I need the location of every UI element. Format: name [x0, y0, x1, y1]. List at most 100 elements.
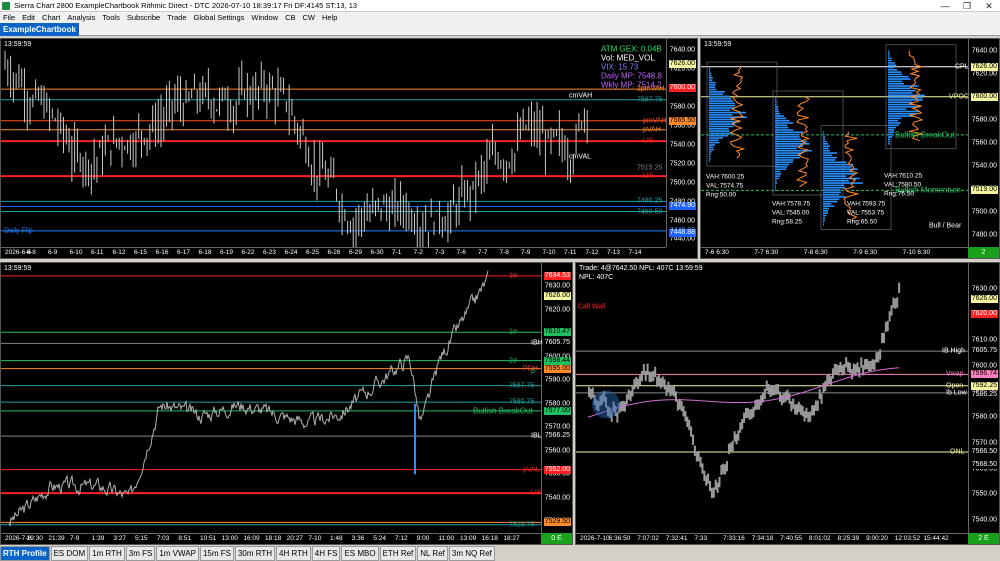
profile-bar — [823, 133, 825, 136]
price-plot[interactable] — [1, 39, 666, 247]
profile-bar — [775, 184, 777, 187]
chart-panel-profile[interactable]: 7640.00 7620.00 7600.00 7580.00 7560.00 7540.… — [700, 38, 1000, 259]
tab-4h-fs[interactable]: 4H FS — [311, 546, 341, 561]
corner-indicator[interactable]: 2 E — [968, 533, 999, 544]
trade-bar — [625, 394, 628, 405]
profile-bar — [709, 127, 729, 130]
price-tag: 7626.00 — [668, 59, 696, 68]
tab-eth-ref[interactable]: ETH Ref — [379, 546, 417, 561]
info-vol: Vol: MED_VOL — [601, 53, 655, 63]
close-button[interactable]: ✕ — [978, 0, 1000, 12]
maximize-button[interactable]: ❐ — [956, 0, 978, 12]
tab-15m-fs[interactable]: 15m FS — [199, 546, 234, 561]
profile-bar — [775, 156, 800, 159]
profile-bar — [709, 123, 736, 125]
price-plot[interactable] — [576, 263, 968, 533]
menu-window[interactable]: Window — [251, 13, 278, 22]
menu-chart[interactable]: Chart — [42, 13, 60, 22]
trade-bar — [877, 352, 880, 363]
menu-tools[interactable]: Tools — [102, 13, 120, 22]
profile-bar — [823, 138, 826, 140]
profile-bar — [823, 210, 829, 212]
menu-trade[interactable]: Trade — [167, 13, 186, 22]
trade-bar — [879, 349, 882, 360]
x-tick-label: 19:30 — [26, 535, 43, 542]
tab-nl-ref[interactable]: NL Ref — [417, 546, 448, 561]
x-tick-label: 1:48 — [330, 535, 343, 542]
tab-30m-rth[interactable]: 30m RTH — [234, 546, 276, 561]
price-axis[interactable]: 7630.007620.007610.007600.007590.007580.… — [541, 263, 572, 533]
corner-indicator[interactable]: 2 — [968, 247, 999, 258]
profile-bar — [888, 71, 902, 73]
menu-help[interactable]: Help — [322, 13, 337, 22]
trade-bar — [860, 357, 863, 368]
price-tag: 7519.00 — [970, 186, 998, 195]
level-label: pmVAH — [643, 117, 667, 125]
tab-es-mbo[interactable]: ES MBO — [341, 546, 379, 561]
level-label: Bullish BreakOut — [895, 130, 955, 140]
chartbook-tab[interactable]: ExampleChartbook — [0, 23, 79, 36]
price-axis[interactable]: 7640.007620.007600.007580.007560.007540.… — [666, 39, 697, 247]
tab-1m-vwap[interactable]: 1m VWAP — [156, 546, 199, 561]
trade-bar — [646, 363, 649, 374]
x-tick-label: 6-24 — [284, 249, 298, 256]
y-tick-label: 7600.00 — [971, 362, 997, 370]
menu-global-settings[interactable]: Global Settings — [194, 13, 245, 22]
tab-rth-profile[interactable]: RTH Profile — [0, 546, 50, 561]
profile-bar — [823, 152, 838, 154]
app-icon — [2, 2, 10, 10]
level-label: Ib Low — [946, 389, 967, 397]
trade-bar — [697, 450, 700, 462]
trade-bar — [629, 390, 632, 402]
x-tick-label: 6-19 — [220, 249, 234, 256]
trade-bar — [805, 407, 808, 419]
menu-subscribe[interactable]: Subscribe — [127, 13, 160, 22]
price-plot[interactable] — [1, 263, 541, 533]
tab-1m-rth[interactable]: 1m RTH — [89, 546, 125, 561]
menu-edit[interactable]: Edit — [22, 13, 35, 22]
trade-bar — [869, 360, 872, 372]
profile-bar — [775, 129, 794, 131]
menu-analysis[interactable]: Analysis — [67, 13, 95, 22]
price-plot[interactable] — [701, 39, 968, 247]
trade-bar — [648, 371, 651, 382]
x-tick-label: 6-17 — [177, 249, 191, 256]
menu-cw[interactable]: CW — [303, 13, 316, 22]
x-tick-label: 7-7 6:30 — [754, 249, 779, 256]
time-axis[interactable]: 7-6 6:30 7-7 6:30 7-8 6:30 7-9 6:30 7-10 6:3… — [701, 247, 968, 258]
tab-3m-fs[interactable]: 3m FS — [125, 546, 156, 561]
tab-4h-rth[interactable]: 4H RTH — [276, 546, 311, 561]
chart-panel-daily[interactable]: 7640.007620.007600.007580.007560.007540.… — [0, 38, 698, 259]
time-axis[interactable]: 2026-7-10 6:36:50 7:07:02 7:32:41 7:33 7:33:1… — [576, 533, 968, 544]
tab-es-dom[interactable]: ES DOM — [50, 546, 89, 561]
trade-bar — [705, 475, 708, 486]
profile-bar — [823, 186, 846, 189]
x-tick-label: 7-6 6:30 — [705, 249, 729, 256]
menu-file[interactable]: File — [3, 13, 15, 22]
trade-bar — [661, 376, 664, 387]
profile-bar — [823, 154, 833, 157]
trade-bar — [843, 363, 846, 375]
time-axis[interactable]: 2026-7-8 19:30 21:39 7-9 1:39 3:27 5:15 7:03 8:5… — [1, 533, 541, 544]
profile-bar — [888, 62, 896, 64]
minimize-button[interactable]: — — [934, 0, 956, 12]
level-label: Bull / Bear — [929, 222, 962, 230]
trade-bar — [616, 412, 619, 423]
price-tag: 7598.44 — [543, 356, 571, 365]
trade-bar — [746, 407, 749, 419]
x-tick-label: 5:15 — [135, 535, 148, 542]
x-tick-label: 7-10 — [542, 249, 556, 256]
trade-bar — [837, 365, 840, 376]
x-tick-label: 7-9 — [521, 249, 531, 256]
x-tick-label: 6-29 — [349, 249, 363, 256]
time-axis[interactable]: 2026-6-4 6-8 6-9 6-10 6-11 6-12 6-15 6-16 6-17 6-… — [1, 247, 666, 258]
corner-indicator[interactable]: 0 E — [541, 533, 572, 544]
trade-bar — [716, 482, 719, 493]
chart-panel-trade[interactable]: 7630.007620.007610.007600.007590.007580.… — [575, 262, 1000, 545]
level-label: pVAL — [523, 466, 540, 474]
menu-cb[interactable]: CB — [285, 13, 295, 22]
profile-bar — [775, 175, 781, 177]
chart-panel-3min[interactable]: 7630.007620.007610.007600.007590.007580.… — [0, 262, 573, 545]
trade-bar — [760, 395, 763, 406]
tab-3m-nq-ref[interactable]: 3m NQ Ref — [448, 546, 495, 561]
